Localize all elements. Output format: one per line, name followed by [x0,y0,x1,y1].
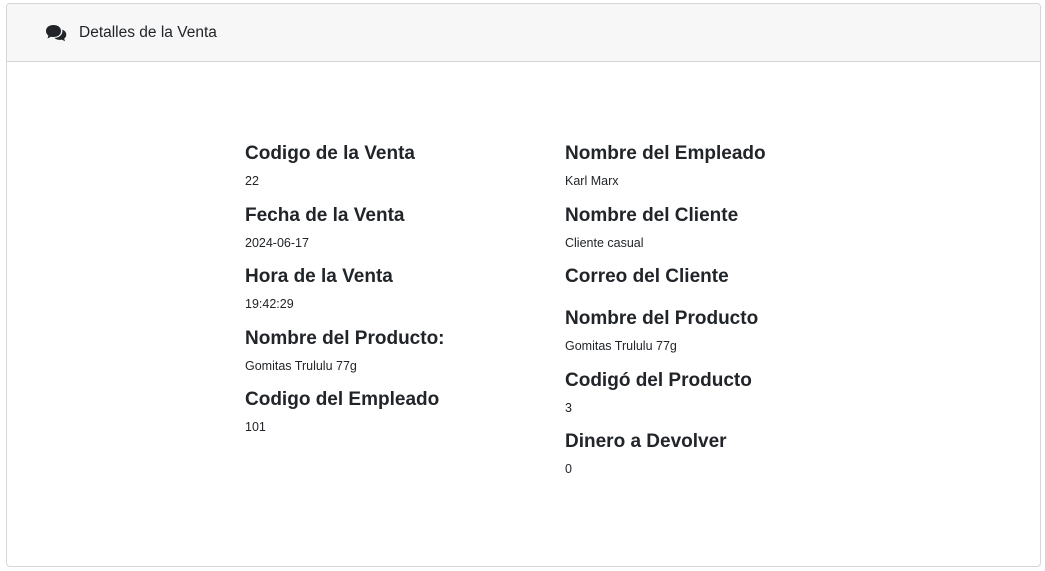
field-client-name: Nombre del Cliente Cliente casual [565,203,865,265]
right-details-column: Nombre del Empleado Karl Marx Nombre del… [565,141,865,491]
field-product-name-right: Nombre del Producto Gomitas Trululu 77g [565,306,865,368]
field-change-due: Dinero a Devolver 0 [565,429,865,491]
field-label: Nombre del Empleado [565,143,766,164]
field-employee-code: Codigo del Empleado 101 [245,387,545,449]
field-sale-time: Hora de la Venta 19:42:29 [245,264,545,326]
field-label: Hora de la Venta [245,266,393,287]
field-value: 3 [565,400,572,415]
page-title: Detalles de la Venta [79,23,217,41]
field-label: Fecha de la Venta [245,204,405,226]
comments-icon [45,24,67,42]
field-value: 101 [245,420,266,434]
field-label: Dinero a Devolver [565,431,727,452]
field-client-email: Correo del Cliente [565,264,865,306]
sale-details-card: Detalles de la Venta Codigo de la Venta … [6,3,1041,567]
field-label: Nombre del Producto: [245,327,445,349]
field-label: Codigó del Producto [565,369,752,391]
field-value: 22 [245,174,259,188]
field-label: Correo del Cliente [565,266,729,287]
field-sale-code: Codigo de la Venta 22 [245,141,545,203]
field-value: 0 [565,462,572,476]
field-label: Codigo del Empleado [245,389,440,410]
field-product-code: Codigó del Producto 3 [565,368,865,430]
field-value: Gomitas Trululu 77g [565,339,677,353]
field-label: Nombre del Cliente [565,204,739,226]
field-label: Nombre del Producto [565,308,759,329]
card-header: Detalles de la Venta [7,4,1040,62]
field-sale-date: Fecha de la Venta 2024-06-17 [245,203,545,265]
field-value: Karl Marx [565,174,619,188]
left-details-column: Codigo de la Venta 22 Fecha de la Venta … [245,141,545,449]
field-value: Cliente casual [565,235,644,250]
field-employee-name: Nombre del Empleado Karl Marx [565,141,865,203]
field-value: Gomitas Trululu 77g [245,358,357,373]
field-value: 2024-06-17 [245,235,309,250]
field-value: 19:42:29 [245,297,294,311]
field-product-name: Nombre del Producto: Gomitas Trululu 77g [245,326,545,388]
field-label: Codigo de la Venta [245,143,415,164]
